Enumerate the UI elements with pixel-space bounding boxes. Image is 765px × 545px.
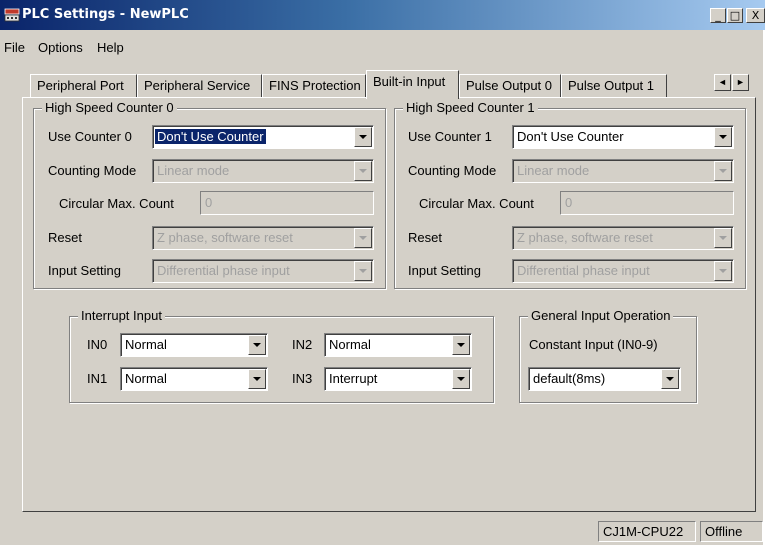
chevron-down-icon [354,228,372,248]
chevron-down-icon [354,161,372,181]
interrupt-input-title: Interrupt Input [78,308,165,323]
menu-options[interactable]: Options [38,40,83,55]
in2-select[interactable]: Normal [324,333,472,357]
input-setting-1-select: Differential phase input [512,259,734,283]
chevron-down-icon [354,261,372,281]
reset-1-label: Reset [408,230,442,245]
circular-max-count-0-label: Circular Max. Count [59,196,174,211]
in0-value: Normal [125,337,167,352]
status-bar: CJ1M-CPU22 Offline [0,518,765,545]
tab-fins-protection[interactable]: FINS Protection [262,74,366,98]
plc-settings-icon [4,8,20,22]
interrupt-input-group: Interrupt Input IN0 Normal IN1 Normal IN… [69,308,494,403]
high-speed-counter-0-group: High Speed Counter 0 Use Counter 0 Don't… [33,100,386,289]
built-in-input-page: High Speed Counter 0 Use Counter 0 Don't… [22,97,756,512]
use-counter-0-label: Use Counter 0 [48,129,132,144]
use-counter-0-value: Don't Use Counter [155,129,266,144]
high-speed-counter-1-group: High Speed Counter 1 Use Counter 1 Don't… [394,100,746,289]
status-plc-model: CJ1M-CPU22 [598,521,696,542]
in1-value: Normal [125,371,167,386]
counting-mode-0-label: Counting Mode [48,163,137,178]
in2-value: Normal [329,337,371,352]
tab-peripheral-service[interactable]: Peripheral Service [137,74,262,98]
general-input-operation-title: General Input Operation [528,308,674,323]
circular-max-count-0-field: 0 [200,191,374,215]
tab-scroll-right-button[interactable]: ► [732,74,749,91]
counting-mode-0-value: Linear mode [157,163,230,178]
chevron-down-icon[interactable] [661,369,679,389]
counting-mode-1-select: Linear mode [512,159,734,183]
counting-mode-0-select: Linear mode [152,159,374,183]
reset-0-select: Z phase, software reset [152,226,374,250]
constant-input-value: default(8ms) [533,371,606,386]
chevron-down-icon[interactable] [248,369,266,389]
tab-strip: Peripheral Port Peripheral Service FINS … [24,70,749,99]
minimize-button[interactable]: _ [710,8,726,23]
window-title: PLC Settings - NewPLC [22,7,189,22]
chevron-down-icon[interactable] [714,127,732,147]
input-setting-0-select: Differential phase input [152,259,374,283]
input-setting-1-value: Differential phase input [517,263,650,278]
chevron-down-icon[interactable] [452,369,470,389]
in3-label: IN3 [292,371,313,386]
chevron-down-icon [714,228,732,248]
use-counter-1-select[interactable]: Don't Use Counter [512,125,734,149]
tab-scroll-left-button[interactable]: ◄ [714,74,731,91]
reset-1-select: Z phase, software reset [512,226,734,250]
tab-pulse-output-0[interactable]: Pulse Output 0 [459,74,561,98]
input-setting-1-label: Input Setting [408,263,481,278]
plc-settings-window: PLC Settings - NewPLC _ □ X File Options… [0,0,765,545]
input-setting-0-value: Differential phase input [157,263,290,278]
maximize-button[interactable]: □ [727,8,743,23]
chevron-down-icon[interactable] [452,335,470,355]
input-setting-0-label: Input Setting [48,263,121,278]
in3-value: Interrupt [329,371,378,386]
tab-pulse-output-1[interactable]: Pulse Output 1 [561,74,667,98]
circular-max-count-1-value: 0 [565,195,573,210]
title-bar[interactable]: PLC Settings - NewPLC _ □ X [0,0,765,30]
counting-mode-1-label: Counting Mode [408,163,497,178]
circular-max-count-1-field: 0 [560,191,734,215]
chevron-down-icon [714,161,732,181]
menu-bar: File Options Help [0,36,765,58]
tab-built-in-input[interactable]: Built-in Input [366,70,459,99]
chevron-down-icon[interactable] [354,127,372,147]
use-counter-1-value: Don't Use Counter [517,129,624,144]
reset-0-label: Reset [48,230,82,245]
in1-select[interactable]: Normal [120,367,268,391]
reset-1-value: Z phase, software reset [517,230,653,245]
constant-input-select[interactable]: default(8ms) [528,367,681,391]
in3-select[interactable]: Interrupt [324,367,472,391]
use-counter-0-select[interactable]: Don't Use Counter [152,125,374,149]
chevron-down-icon[interactable] [248,335,266,355]
in2-label: IN2 [292,337,313,352]
constant-input-label: Constant Input (IN0-9) [529,337,658,352]
menu-file[interactable]: File [4,40,25,55]
high-speed-counter-0-title: High Speed Counter 0 [42,100,177,115]
in0-select[interactable]: Normal [120,333,268,357]
close-button[interactable]: X [746,8,765,23]
reset-0-value: Z phase, software reset [157,230,293,245]
circular-max-count-1-label: Circular Max. Count [419,196,534,211]
circular-max-count-0-value: 0 [205,195,213,210]
chevron-down-icon [714,261,732,281]
in0-label: IN0 [87,337,108,352]
in1-label: IN1 [87,371,108,386]
status-connection: Offline [700,521,763,542]
general-input-operation-group: General Input Operation Constant Input (… [519,308,697,403]
tab-peripheral-port[interactable]: Peripheral Port [30,74,137,98]
high-speed-counter-1-title: High Speed Counter 1 [403,100,538,115]
use-counter-1-label: Use Counter 1 [408,129,492,144]
menu-help[interactable]: Help [97,40,124,55]
counting-mode-1-value: Linear mode [517,163,590,178]
